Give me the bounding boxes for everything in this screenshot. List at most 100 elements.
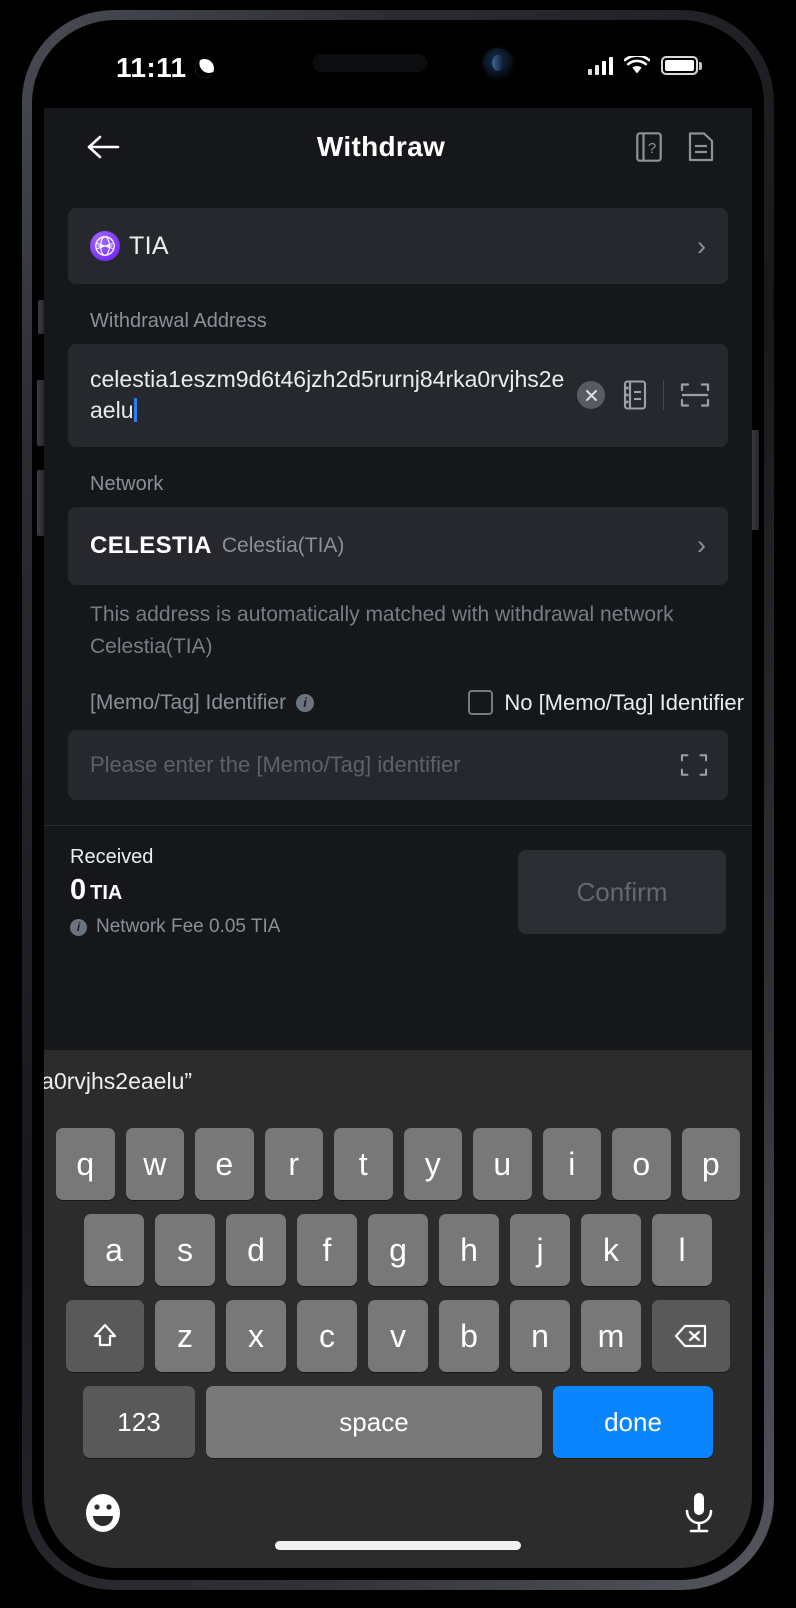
- network-label: Network: [90, 472, 164, 495]
- key-w[interactable]: w: [125, 1128, 184, 1200]
- network-fee: i Network Fee 0.05 TIA: [70, 916, 280, 938]
- key-b[interactable]: b: [439, 1300, 499, 1372]
- icon-divider: [663, 380, 664, 411]
- key-o[interactable]: o: [612, 1128, 671, 1200]
- svg-text:?: ?: [648, 140, 656, 157]
- space-key[interactable]: space: [206, 1386, 542, 1458]
- withdrawal-address-field[interactable]: celestia1eszm9d6t46jzh2d5rurnj84rka0rvjh…: [68, 344, 728, 447]
- key-x[interactable]: x: [226, 1300, 286, 1372]
- qr-scan-icon[interactable]: [680, 752, 708, 778]
- phone-frame: 11:11 Withdraw ? TIA › Withdrawal Addres…: [22, 10, 774, 1590]
- keyboard-row-2: a s d f g h j k l: [44, 1214, 752, 1286]
- address-actions: [577, 380, 710, 411]
- key-q[interactable]: q: [56, 1128, 115, 1200]
- done-key[interactable]: done: [553, 1386, 713, 1458]
- key-d[interactable]: d: [226, 1214, 286, 1286]
- status-clock: 11:11: [116, 52, 217, 84]
- qr-scan-icon[interactable]: [680, 381, 710, 409]
- keyboard-row-1: q w e r t y u i o p: [44, 1128, 752, 1200]
- key-r[interactable]: r: [264, 1128, 323, 1200]
- memo-label: [Memo/Tag] Identifier: [90, 690, 287, 714]
- cellular-signal-icon: [587, 56, 613, 75]
- key-e[interactable]: e: [195, 1128, 254, 1200]
- key-a[interactable]: a: [84, 1214, 144, 1286]
- header-actions: ?: [636, 132, 714, 162]
- confirm-button[interactable]: Confirm: [518, 850, 726, 934]
- key-v[interactable]: v: [368, 1300, 428, 1372]
- document-records-icon[interactable]: [688, 132, 714, 162]
- info-circle-icon[interactable]: i: [70, 918, 87, 936]
- key-y[interactable]: y: [403, 1128, 462, 1200]
- app-header: Withdraw ?: [44, 108, 752, 186]
- key-f[interactable]: f: [297, 1214, 357, 1286]
- emoji-smiley-icon[interactable]: [80, 1490, 126, 1536]
- network-selector[interactable]: CELESTIA Celestia(TIA) ›: [68, 506, 728, 585]
- power-button[interactable]: [751, 430, 759, 530]
- backspace-delete-icon[interactable]: [652, 1300, 730, 1372]
- received-label: Received: [70, 846, 154, 868]
- text-caret: [134, 398, 137, 423]
- home-indicator[interactable]: [275, 1541, 521, 1550]
- withdraw-form: TIA › Withdrawal Address celestia1eszm9d…: [44, 208, 752, 800]
- front-camera-icon: [482, 48, 513, 78]
- key-h[interactable]: h: [439, 1214, 499, 1286]
- chevron-right-icon: ›: [697, 230, 706, 261]
- received-value: 0: [70, 874, 87, 906]
- arrow-left-icon: [87, 135, 120, 159]
- key-i[interactable]: i: [542, 1128, 601, 1200]
- key-l[interactable]: l: [652, 1214, 712, 1286]
- suggestion-item[interactable]: rka0rvjhs2eaelu”: [44, 1068, 265, 1095]
- back-button[interactable]: [82, 125, 126, 169]
- crescent-moon-icon: [191, 55, 217, 81]
- key-k[interactable]: k: [581, 1214, 641, 1286]
- virtual-keyboard: rka0rvjhs2eaelu” q w e r t y u i o p a s…: [44, 1050, 752, 1568]
- clear-circle-x-icon[interactable]: [577, 381, 605, 410]
- received-unit: TIA: [90, 882, 123, 904]
- address-book-icon[interactable]: [621, 380, 647, 410]
- key-p[interactable]: p: [681, 1128, 740, 1200]
- key-u[interactable]: u: [473, 1128, 532, 1200]
- key-m[interactable]: m: [581, 1300, 641, 1372]
- celestia-coin-icon: [90, 231, 120, 261]
- key-z[interactable]: z: [155, 1300, 215, 1372]
- clock-time: 11:11: [116, 52, 187, 83]
- key-n[interactable]: n: [510, 1300, 570, 1372]
- received-amount: 0 TIA: [70, 874, 280, 907]
- network-match-hint: This address is automatically matched wi…: [90, 602, 674, 659]
- keyboard-row-3: z x c v b n m: [44, 1300, 752, 1372]
- received-block: Received 0 TIA i Network Fee 0.05 TIA: [70, 846, 280, 938]
- suggestion-bar: rka0rvjhs2eaelu”: [44, 1050, 752, 1112]
- key-c[interactable]: c: [297, 1300, 357, 1372]
- address-value: celestia1eszm9d6t46jzh2d5rurnj84rka0rvjh…: [90, 366, 565, 424]
- numbers-key[interactable]: 123: [83, 1386, 195, 1458]
- phone-bezel: 11:11 Withdraw ? TIA › Withdrawal Addres…: [32, 20, 764, 1580]
- memo-placeholder: Please enter the [Memo/Tag] identifier: [90, 751, 461, 777]
- help-question-icon[interactable]: ?: [636, 132, 662, 162]
- no-memo-checkbox[interactable]: No [Memo/Tag] Identifier: [468, 690, 744, 716]
- keyboard-row-4: 123 space done: [44, 1386, 752, 1458]
- key-t[interactable]: t: [334, 1128, 393, 1200]
- speaker-grille: [312, 54, 428, 72]
- key-j[interactable]: j: [510, 1214, 570, 1286]
- memo-header: [Memo/Tag] Identifier i No [Memo/Tag] Id…: [90, 690, 744, 716]
- no-memo-checkbox-label: No [Memo/Tag] Identifier: [504, 689, 744, 715]
- coin-selector[interactable]: TIA ›: [68, 208, 728, 284]
- shift-arrow-up-icon[interactable]: [66, 1300, 144, 1372]
- network-full-name: Celestia(TIA): [221, 533, 345, 557]
- battery-full-icon: [661, 56, 702, 75]
- coin-symbol: TIA: [129, 231, 169, 260]
- withdrawal-address-input[interactable]: celestia1eszm9d6t46jzh2d5rurnj84rka0rvjh…: [90, 364, 577, 427]
- memo-input-field[interactable]: Please enter the [Memo/Tag] identifier: [68, 729, 728, 800]
- info-circle-icon[interactable]: i: [296, 693, 315, 712]
- key-g[interactable]: g: [368, 1214, 428, 1286]
- status-indicators: [587, 56, 702, 75]
- keyboard-bottom-row: [44, 1472, 752, 1568]
- wifi-icon: [624, 56, 650, 74]
- page-title: Withdraw: [316, 131, 446, 162]
- key-s[interactable]: s: [155, 1214, 215, 1286]
- status-bar: 11:11: [44, 32, 752, 108]
- checkbox-unchecked-icon: [468, 690, 494, 716]
- phone-screen: 11:11 Withdraw ? TIA › Withdrawal Addres…: [44, 32, 752, 1568]
- withdrawal-address-label: Withdrawal Address: [90, 310, 267, 332]
- microphone-icon[interactable]: [682, 1489, 716, 1537]
